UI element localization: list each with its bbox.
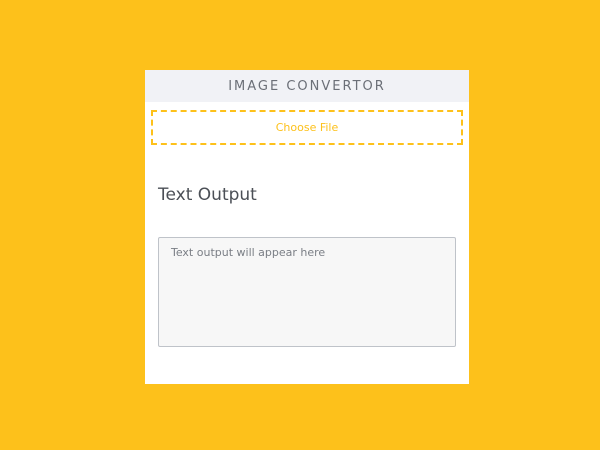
choose-file-label: Choose File [275, 121, 339, 134]
converter-card: IMAGE CONVERTOR Choose File Text Output [145, 70, 469, 384]
text-output-heading: Text Output [158, 185, 257, 205]
text-output-field[interactable] [158, 237, 456, 347]
app-header: IMAGE CONVERTOR [145, 70, 469, 102]
app-title: IMAGE CONVERTOR [228, 78, 386, 94]
choose-file-button[interactable]: Choose File [151, 110, 463, 145]
